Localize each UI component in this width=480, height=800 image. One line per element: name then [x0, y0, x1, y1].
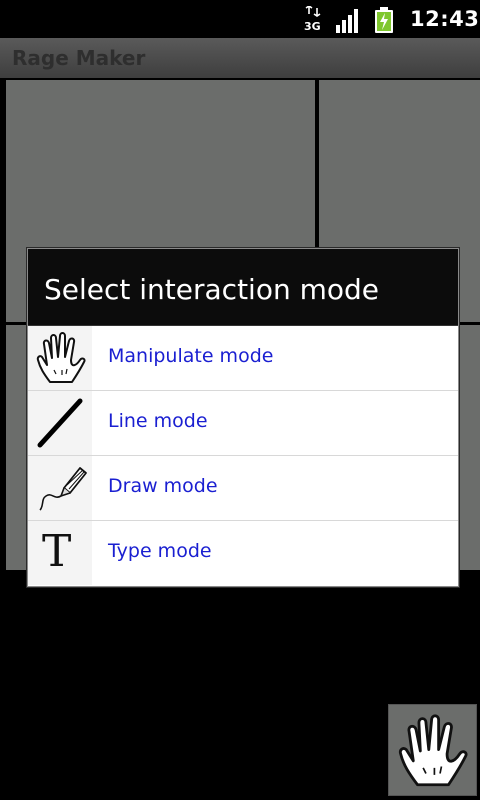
- status-bar: 3G 12:43: [0, 0, 480, 38]
- app-title: Rage Maker: [12, 46, 146, 70]
- mode-item-line[interactable]: Line mode: [28, 391, 458, 456]
- svg-text:3G: 3G: [304, 20, 321, 33]
- dialog-title: Select interaction mode: [44, 273, 380, 306]
- text-icon-glyph: T: [42, 526, 72, 577]
- hand-icon: [28, 326, 92, 390]
- app-title-bar: Rage Maker: [0, 38, 480, 79]
- mode-list: Manipulate mode Line mode Draw mode T Ty…: [28, 326, 458, 585]
- mode-label-manipulate: Manipulate mode: [108, 345, 274, 367]
- mode-label-line: Line mode: [108, 410, 208, 432]
- network-3g-icon: 3G: [304, 6, 321, 33]
- mode-item-type[interactable]: T Type mode: [28, 521, 458, 585]
- pencil-icon: [28, 456, 92, 520]
- hand-icon: [398, 714, 468, 787]
- mode-label-type: Type mode: [108, 540, 212, 562]
- line-icon: [28, 391, 92, 455]
- mode-item-draw[interactable]: Draw mode: [28, 456, 458, 521]
- dialog-header: Select interaction mode: [28, 249, 458, 326]
- screen: 3G 12:43 Rage Maker Select interaction m…: [0, 0, 480, 800]
- mode-label-draw: Draw mode: [108, 475, 218, 497]
- mode-item-manipulate[interactable]: Manipulate mode: [28, 326, 458, 391]
- text-icon: T: [28, 521, 92, 585]
- status-clock: 12:43: [410, 7, 480, 31]
- signal-strength-icon: [336, 9, 358, 33]
- interaction-mode-dialog: Select interaction mode Manipulate mode: [27, 248, 459, 587]
- battery-charging-icon: [375, 7, 393, 33]
- current-mode-button[interactable]: [388, 704, 477, 796]
